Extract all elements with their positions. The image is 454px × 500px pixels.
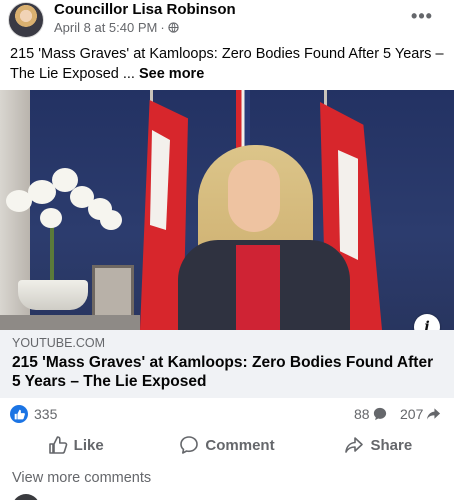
thumbs-up-icon xyxy=(48,436,67,454)
like-label: Like xyxy=(73,436,104,454)
post-text: 215 'Mass Graves' at Kamloops: Zero Bodi… xyxy=(10,44,446,84)
desk xyxy=(0,315,140,330)
shares-count-value: 207 xyxy=(400,406,424,422)
post-timestamp[interactable]: April 8 at 5:40 PM xyxy=(54,20,157,35)
flag-white-band xyxy=(338,150,358,260)
comment-label: Comment xyxy=(205,436,275,454)
speaker-shirt xyxy=(236,245,280,330)
link-preview-card[interactable]: YOUTUBE.COM 215 'Mass Graves' at Kamloop… xyxy=(0,330,454,398)
share-label: Share xyxy=(370,436,413,454)
share-button[interactable]: Share xyxy=(303,430,454,460)
video-thumbnail[interactable]: i xyxy=(0,90,454,330)
reactions-count[interactable]: 335 xyxy=(34,406,57,422)
view-more-comments-link[interactable]: View more comments xyxy=(12,470,151,486)
author-name[interactable]: Councillor Lisa Robinson xyxy=(54,1,236,18)
author-avatar[interactable] xyxy=(8,2,44,38)
shares-count[interactable]: 207 xyxy=(400,406,441,422)
comments-count[interactable]: 88 xyxy=(354,406,387,422)
orchid-pot xyxy=(18,280,88,310)
like-reaction-icon[interactable] xyxy=(10,405,28,423)
more-options-icon[interactable]: ••• xyxy=(410,6,434,26)
post-meta: April 8 at 5:40 PM · xyxy=(54,20,179,35)
comment-bubble-icon xyxy=(373,407,386,421)
comments-count-value: 88 xyxy=(354,406,370,422)
comment-button[interactable]: Comment xyxy=(151,430,302,460)
orchid-flower xyxy=(100,210,122,230)
share-arrow-icon xyxy=(427,408,441,420)
link-domain: YOUTUBE.COM xyxy=(12,336,106,350)
commenter-avatar xyxy=(12,494,40,500)
action-bar: Like Comment Share xyxy=(0,430,454,460)
comment-icon xyxy=(180,436,199,454)
picture-frame xyxy=(92,265,134,320)
globe-icon xyxy=(167,22,179,33)
like-button[interactable]: Like xyxy=(0,430,151,460)
meta-separator: · xyxy=(160,20,165,35)
post-header: Councillor Lisa Robinson April 8 at 5:40… xyxy=(0,0,454,42)
link-title[interactable]: 215 'Mass Graves' at Kamloops: Zero Bodi… xyxy=(12,353,442,391)
orchid-flower xyxy=(40,208,62,228)
speaker-face xyxy=(228,160,280,232)
bc-flag xyxy=(236,90,250,150)
share-icon xyxy=(345,437,364,453)
reactions-bar: 335 88 207 xyxy=(0,403,454,425)
post-body: 215 'Mass Graves' at Kamloops: Zero Bodi… xyxy=(10,46,444,82)
see-more-link[interactable]: See more xyxy=(139,66,204,82)
